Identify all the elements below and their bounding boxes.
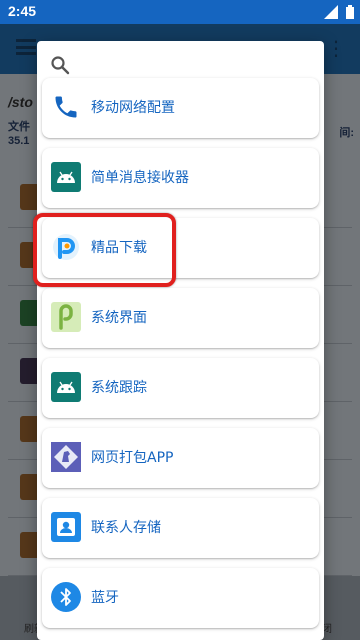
search-input[interactable]	[81, 51, 313, 79]
status-time: 2:45	[8, 3, 37, 19]
bluetooth-icon	[51, 582, 81, 612]
app-item-mobile-network[interactable]: 移动网络配置	[42, 78, 319, 138]
app-item-system-trace[interactable]: 系统跟踪	[42, 358, 319, 418]
app-item-sms-receiver[interactable]: 简单消息接收器	[42, 148, 319, 208]
android-p-icon	[51, 302, 81, 332]
android-icon	[51, 372, 81, 402]
app-chooser-dialog: 移动网络配置 简单消息接收器 精品下载 系统界面 系统跟踪 网页打包APP 联系…	[37, 41, 324, 640]
app-item-label: 移动网络配置	[91, 100, 175, 116]
highlight-box	[33, 213, 176, 287]
app-item-label: 蓝牙	[91, 590, 119, 606]
search-icon[interactable]	[50, 55, 70, 75]
app-item-label: 网页打包APP	[91, 450, 174, 466]
battery-icon	[346, 5, 354, 19]
app-item-label: 联系人存储	[91, 520, 161, 536]
app-item-system-ui[interactable]: 系统界面	[42, 288, 319, 348]
webapp-icon	[51, 442, 81, 472]
android-icon	[51, 162, 81, 192]
app-item-label: 简单消息接收器	[91, 170, 189, 186]
app-item-label: 系统界面	[91, 310, 147, 326]
app-item-label: 系统跟踪	[91, 380, 147, 396]
status-bar: 2:45	[0, 0, 360, 24]
app-item-contacts-storage[interactable]: 联系人存储	[42, 498, 319, 558]
app-item-web-packager[interactable]: 网页打包APP	[42, 428, 319, 488]
contacts-icon	[51, 512, 81, 542]
app-item-bluetooth[interactable]: 蓝牙	[42, 568, 319, 628]
signal-icon	[324, 5, 338, 19]
phone-icon	[51, 92, 81, 122]
